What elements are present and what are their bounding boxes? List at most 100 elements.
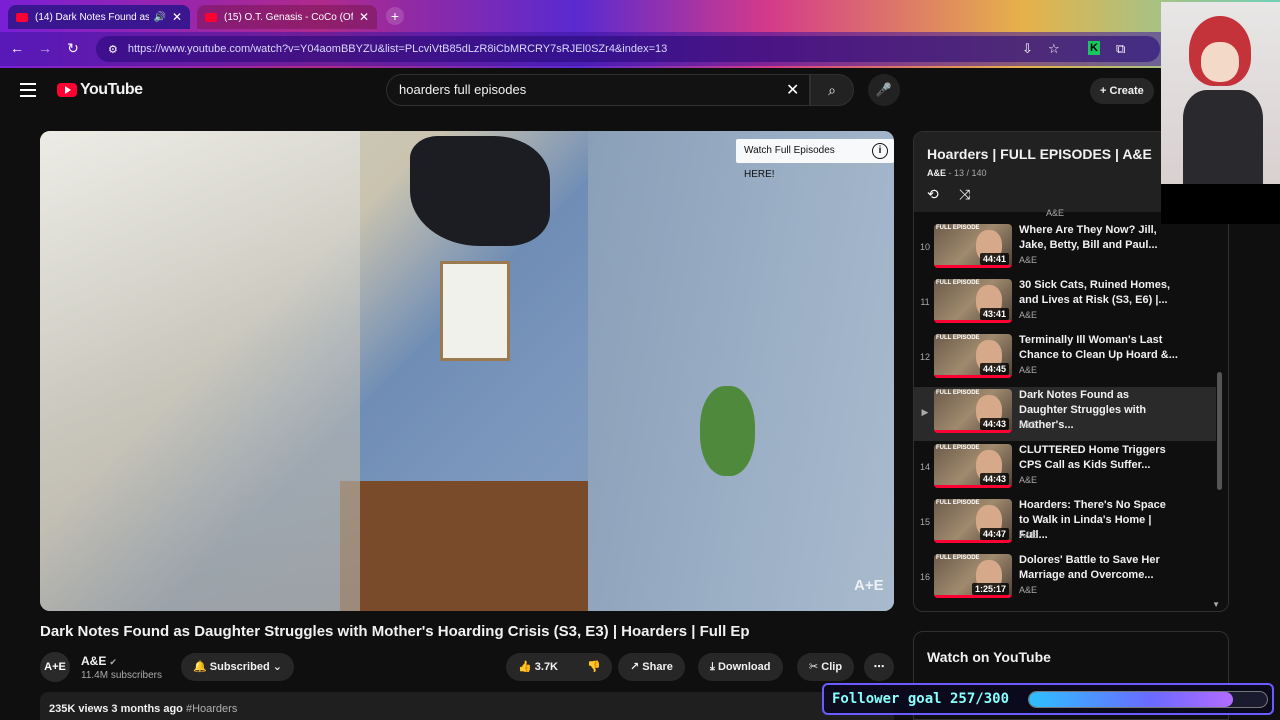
url-text: https://www.youtube.com/watch?v=Y04aomBB… [127, 43, 668, 55]
playlist-item-title[interactable]: Terminally Ill Woman's Last Chance to Cl… [1019, 333, 1179, 363]
playlist-item-duration: 44:45 [979, 363, 1009, 375]
extensions-icon[interactable]: ⧉ [1116, 41, 1125, 57]
playlist-channel[interactable]: A&E [927, 168, 946, 178]
playlist-item-title[interactable]: CLUTTERED Home Triggers CPS Call as Kids… [1019, 443, 1179, 473]
search-input[interactable]: hoarders full episodes [386, 74, 810, 106]
video-frog-decoration [700, 386, 755, 476]
subscribed-button[interactable]: 🔔 Subscribed ⌄ [181, 653, 294, 681]
playlist-item-index: 10 [919, 242, 930, 252]
forward-icon[interactable]: → [36, 40, 54, 56]
playlist-item-thumbnail[interactable]: FULL EPISODE 44:45 [934, 334, 1012, 378]
watched-progress-bar [934, 485, 1012, 488]
logo-text: YouTube [80, 81, 143, 98]
playlist-item[interactable]: 16 FULL EPISODE 1:25:17 Dolores' Battle to … [914, 552, 1216, 606]
youtube-logo[interactable]: YouTube [57, 81, 143, 99]
download-icon: ⤓ [710, 661, 715, 673]
clear-search-icon[interactable]: ✕ [786, 80, 799, 100]
shuffle-icon[interactable]: ⤨ [959, 186, 970, 203]
clip-button[interactable]: ✂ Clip [797, 653, 855, 681]
thumbnail-badge: FULL EPISODE [936, 390, 980, 396]
playlist-item-channel: A&E [1019, 585, 1038, 595]
playlist-item-title[interactable]: Dark Notes Found as Daughter Struggles w… [1019, 388, 1179, 433]
clip-label: Clip [821, 661, 843, 673]
playlist-item-title[interactable]: Where Are They Now? Jill, Jake, Betty, B… [1019, 223, 1179, 253]
playlist-item[interactable]: 15 FULL EPISODE 44:47 Hoarders: There's No … [914, 497, 1216, 551]
watched-progress-bar [934, 265, 1012, 268]
playlist-item-thumbnail[interactable]: FULL EPISODE 44:43 [934, 444, 1012, 488]
browser-chrome: (14) Dark Notes Found as D 🔊 ✕ (15) O.T.… [0, 0, 1280, 68]
tab-close-icon[interactable]: ✕ [359, 10, 369, 24]
channel-avatar[interactable]: A+E [40, 652, 70, 682]
playlist-item-thumbnail[interactable]: FULL EPISODE 1:25:17 [934, 554, 1012, 598]
channel-name[interactable]: A&E ✔ [81, 654, 117, 668]
bell-icon: 🔔 [193, 661, 207, 673]
channel-watermark[interactable]: A+E [854, 577, 884, 594]
avatar-face [1201, 42, 1239, 82]
install-icon[interactable]: ⇩ [1022, 41, 1033, 57]
thumbnail-badge: FULL EPISODE [936, 555, 980, 561]
view-count: 235K views [49, 703, 109, 715]
like-button[interactable]: 👍 3.7K [506, 653, 578, 681]
playlist-item-duration: 44:47 [979, 528, 1009, 540]
speaker-icon[interactable]: 🔊 [153, 12, 165, 23]
dislike-icon: 👎 [587, 661, 601, 673]
video-player[interactable]: Watch Full Episodes HERE! i A+E [40, 131, 894, 611]
info-icon[interactable]: i [872, 143, 888, 159]
playlist-item-thumbnail[interactable]: FULL EPISODE 44:41 [934, 224, 1012, 268]
extension-k-icon[interactable]: K [1088, 41, 1100, 55]
channel-name-text: A&E [81, 654, 107, 668]
subscriber-count: 11.4M subscribers [81, 670, 162, 681]
video-title: Dark Notes Found as Daughter Struggles w… [40, 623, 750, 640]
reload-icon[interactable]: ↻ [64, 40, 82, 57]
youtube-favicon-icon [16, 12, 28, 22]
create-button[interactable]: + Create [1090, 78, 1154, 104]
new-tab-button[interactable]: + [386, 7, 404, 25]
menu-icon[interactable] [20, 83, 36, 101]
site-info-icon[interactable]: ⚙ [108, 43, 118, 56]
playlist-item-thumbnail[interactable]: FULL EPISODE 43:41 [934, 279, 1012, 323]
follower-goal-widget: Follower goal 257/300 [822, 683, 1274, 715]
address-bar[interactable]: ⚙ https://www.youtube.com/watch?v=Y04aom… [96, 36, 1160, 62]
bookmark-icon[interactable]: ☆ [1048, 41, 1060, 57]
repeat-icon[interactable]: ⟲ [927, 186, 939, 203]
tab-close-icon[interactable]: ✕ [172, 10, 182, 24]
playlist-item[interactable]: 10 FULL EPISODE 44:41 Where Are They Now? J… [914, 222, 1216, 276]
playlist-item-thumbnail[interactable]: FULL EPISODE 44:47 [934, 499, 1012, 543]
download-button[interactable]: ⤓ Download [698, 653, 783, 681]
playlist-title[interactable]: Hoarders | FULL EPISODES | A&E [927, 146, 1152, 162]
back-icon[interactable]: ← [8, 40, 26, 56]
playlist-item-index: 14 [919, 462, 930, 472]
avatar-shirt [1183, 90, 1263, 184]
playlist-item-title[interactable]: 30 Sick Cats, Ruined Homes, and Lives at… [1019, 278, 1179, 308]
verified-icon: ✔ [109, 657, 117, 667]
search-button[interactable]: ⌕ [810, 74, 854, 106]
playlist-item-thumbnail[interactable]: FULL EPISODE 44:43 [934, 389, 1012, 433]
share-icon: ↗ [630, 661, 640, 673]
watch-full-episodes-card[interactable]: Watch Full Episodes HERE! i [736, 139, 894, 180]
scroll-down-icon[interactable]: ▼ [1212, 600, 1220, 609]
voice-search-button[interactable]: 🎤 [868, 74, 900, 106]
tab-inactive[interactable]: (15) O.T. Genasis - CoCo (Offici ✕ [197, 5, 377, 29]
view-stats: 235K views 3 months ago #Hoarders [49, 703, 237, 715]
subscribed-label: Subscribed [209, 661, 270, 673]
playlist-item-title[interactable]: Hoarders: There's No Space to Walk in Li… [1019, 498, 1179, 543]
playlist-item-channel: A&E [1019, 530, 1038, 540]
streamer-avatar-overlay [1161, 2, 1280, 184]
playlist-meta: A&E - 13 / 140 [927, 168, 987, 178]
hashtag-link[interactable]: #Hoarders [186, 703, 237, 715]
playlist-item-duration: 44:43 [979, 418, 1009, 430]
playlist-item-channel: A&E [1019, 420, 1038, 430]
playlist-item-title[interactable]: Dolores' Battle to Save Her Marriage and… [1019, 553, 1179, 583]
tab-active[interactable]: (14) Dark Notes Found as D 🔊 ✕ [8, 5, 190, 29]
playlist-scrollbar[interactable] [1217, 372, 1222, 490]
playlist-item[interactable]: ▶ FULL EPISODE 44:43 Dark Notes Found as Da… [914, 387, 1216, 441]
playlist-item[interactable]: 11 FULL EPISODE 43:41 30 Sick Cats, Ruined … [914, 277, 1216, 331]
youtube-favicon-icon [205, 12, 217, 22]
playlist-item-channel: A&E [1019, 365, 1038, 375]
watched-progress-bar [934, 430, 1012, 433]
share-button[interactable]: ↗ Share [618, 653, 685, 681]
more-actions-button[interactable]: ⋯ [864, 653, 894, 681]
dislike-button[interactable]: 👎 [578, 653, 612, 681]
playlist-item[interactable]: 12 FULL EPISODE 44:45 Terminally Ill Woman'… [914, 332, 1216, 386]
playlist-item[interactable]: 14 FULL EPISODE 44:43 CLUTTERED Home Trigge… [914, 442, 1216, 496]
